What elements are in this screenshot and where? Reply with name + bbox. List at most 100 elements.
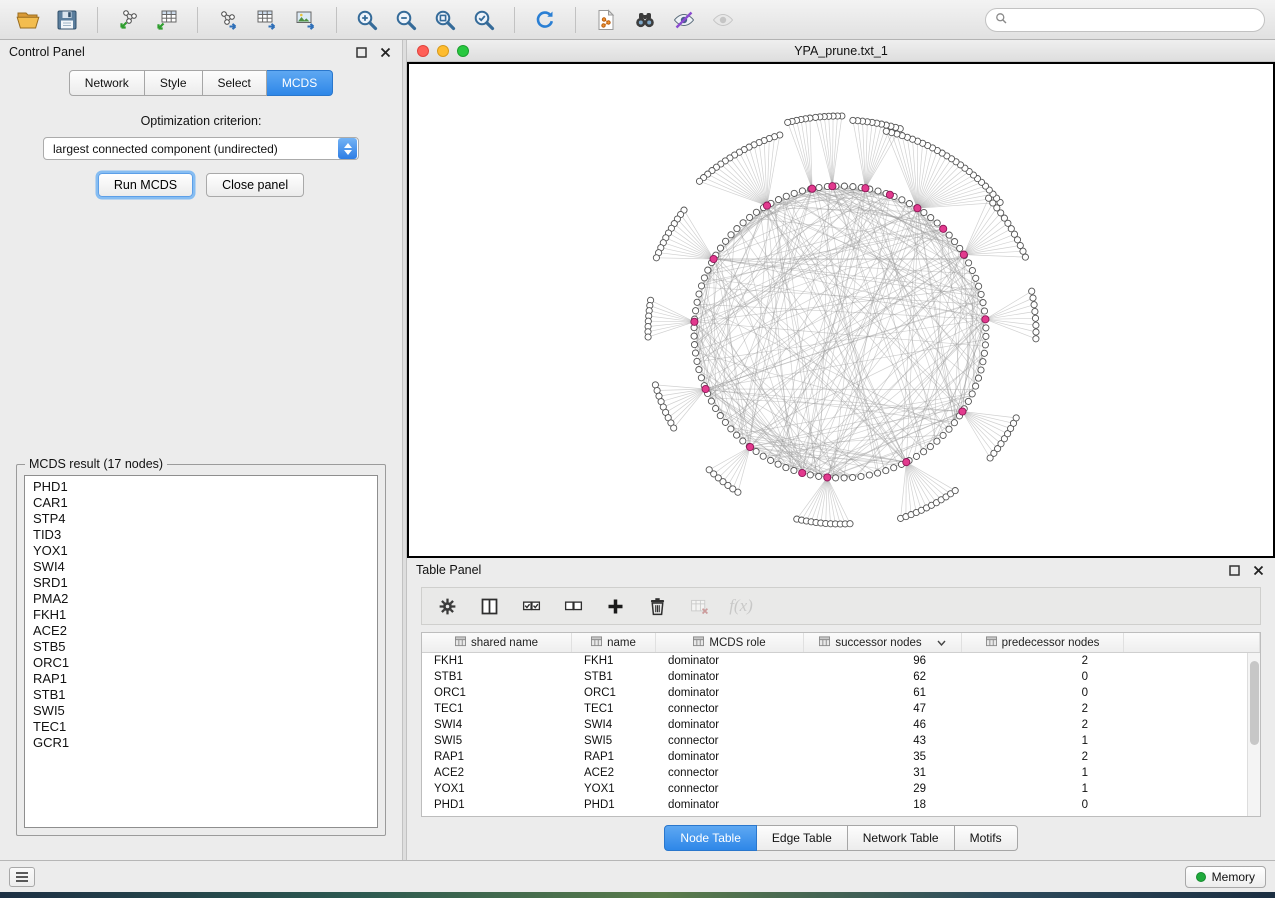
zoom-fit-icon[interactable] (427, 5, 463, 35)
mcds-result-node[interactable]: ORC1 (25, 655, 377, 671)
mcds-result-node[interactable]: RAP1 (25, 671, 377, 687)
status-menu-button[interactable] (9, 867, 35, 887)
settings-gear-icon[interactable] (432, 592, 462, 620)
float-table-panel-icon[interactable] (1226, 562, 1242, 578)
import-network-icon[interactable] (110, 5, 146, 35)
cell-shared-name: TEC1 (422, 701, 572, 717)
table-row[interactable]: FKH1FKH1dominator962 (422, 653, 1260, 669)
zoom-out-icon[interactable] (388, 5, 424, 35)
network-canvas[interactable] (407, 62, 1275, 558)
table-row[interactable]: ORC1ORC1dominator610 (422, 685, 1260, 701)
mcds-result-node[interactable]: STP4 (25, 511, 377, 527)
table-row[interactable]: PHD1PHD1dominator180 (422, 797, 1260, 813)
show-columns-icon[interactable] (474, 592, 504, 620)
cell-filler (1124, 701, 1260, 717)
refresh-layout-icon[interactable] (527, 5, 563, 35)
column-header-name[interactable]: name (572, 633, 656, 652)
cell-mcds-role: connector (656, 701, 804, 717)
import-table-icon[interactable] (149, 5, 185, 35)
tab-node-table[interactable]: Node Table (664, 825, 757, 851)
tab-network-table[interactable]: Network Table (848, 825, 955, 851)
cell-shared-name: ORC1 (422, 685, 572, 701)
mcds-result-node[interactable]: SRD1 (25, 575, 377, 591)
cell-predecessor-nodes: 2 (962, 701, 1124, 717)
run-mcds-button[interactable]: Run MCDS (98, 173, 193, 197)
column-header-mcds-role[interactable]: MCDS role (656, 633, 804, 652)
table-row[interactable]: SWI5SWI5connector431 (422, 733, 1260, 749)
save-session-icon[interactable] (49, 5, 85, 35)
column-label: predecessor nodes (1002, 637, 1100, 649)
tab-motifs[interactable]: Motifs (955, 825, 1018, 851)
mcds-result-node[interactable]: STB1 (25, 687, 377, 703)
export-image-icon[interactable] (288, 5, 324, 35)
mcds-result-list[interactable]: PHD1CAR1STP4TID3YOX1SWI4SRD1PMA2FKH1ACE2… (24, 475, 378, 828)
table-scrollbar[interactable] (1247, 653, 1260, 816)
zoom-window-icon[interactable] (457, 45, 469, 57)
select-all-rows-icon[interactable] (516, 592, 546, 620)
mcds-action-buttons: Run MCDS Close panel (16, 173, 386, 197)
find-icon[interactable] (627, 5, 663, 35)
export-network-icon[interactable] (210, 5, 246, 35)
float-panel-icon[interactable] (353, 44, 369, 60)
table-row[interactable]: STB1STB1dominator620 (422, 669, 1260, 685)
control-panel-header: Control Panel (0, 40, 402, 64)
clear-table-icon[interactable] (684, 592, 714, 620)
show-all-icon[interactable] (705, 5, 741, 35)
close-mcds-panel-button[interactable]: Close panel (206, 173, 304, 197)
optimization-criterion-select[interactable]: largest connected component (undirected) (43, 137, 359, 160)
cell-shared-name: SWI4 (422, 717, 572, 733)
filter-hide-icon[interactable] (666, 5, 702, 35)
mcds-result-node[interactable]: ACE2 (25, 623, 377, 639)
sort-indicator-icon[interactable] (927, 637, 946, 649)
scrollbar-thumb[interactable] (1250, 661, 1259, 745)
column-header-successor-nodes[interactable]: successor nodes (804, 633, 962, 652)
mcds-result-node[interactable]: FKH1 (25, 607, 377, 623)
deselect-all-rows-icon[interactable] (558, 592, 588, 620)
mcds-result-node[interactable]: TID3 (25, 527, 377, 543)
search-box[interactable] (985, 8, 1265, 32)
zoom-in-icon[interactable] (349, 5, 385, 35)
add-column-icon[interactable] (600, 592, 630, 620)
mcds-result-node[interactable]: YOX1 (25, 543, 377, 559)
delete-column-icon[interactable] (642, 592, 672, 620)
table-body: FKH1FKH1dominator962STB1STB1dominator620… (422, 653, 1260, 816)
table-row[interactable]: YOX1YOX1connector291 (422, 781, 1260, 797)
table-row[interactable]: SWI4SWI4dominator462 (422, 717, 1260, 733)
network-window-titlebar[interactable]: YPA_prune.txt_1 (407, 40, 1275, 62)
mcds-result-node[interactable]: STB5 (25, 639, 377, 655)
function-builder-icon[interactable]: f(x) (726, 592, 756, 620)
mcds-result-node[interactable]: PHD1 (25, 479, 377, 495)
tab-select[interactable]: Select (203, 70, 267, 96)
table-row[interactable]: RAP1RAP1dominator352 (422, 749, 1260, 765)
optimization-criterion-label: Optimization criterion: (16, 114, 386, 128)
cell-mcds-role: dominator (656, 749, 804, 765)
tab-style[interactable]: Style (145, 70, 203, 96)
network-from-selection-icon[interactable] (588, 5, 624, 35)
mcds-result-node[interactable]: GCR1 (25, 735, 377, 751)
column-header-predecessor-nodes[interactable]: predecessor nodes (962, 633, 1124, 652)
column-header-shared-name[interactable]: shared name (422, 633, 572, 652)
mcds-result-node[interactable]: SWI5 (25, 703, 377, 719)
close-panel-icon[interactable] (377, 44, 393, 60)
search-input[interactable] (1014, 13, 1255, 27)
export-table-icon[interactable] (249, 5, 285, 35)
memory-button[interactable]: Memory (1185, 866, 1266, 888)
tab-mcds[interactable]: MCDS (267, 70, 333, 96)
mcds-result-node[interactable]: TEC1 (25, 719, 377, 735)
cell-predecessor-nodes: 0 (962, 669, 1124, 685)
zoom-selected-icon[interactable] (466, 5, 502, 35)
table-row[interactable]: ACE2ACE2connector311 (422, 765, 1260, 781)
mcds-result-node[interactable]: CAR1 (25, 495, 377, 511)
mcds-result-node[interactable]: PMA2 (25, 591, 377, 607)
tab-network[interactable]: Network (69, 70, 145, 96)
open-session-icon[interactable] (10, 5, 46, 35)
cell-filler (1124, 717, 1260, 733)
cell-shared-name: YOX1 (422, 781, 572, 797)
minimize-window-icon[interactable] (437, 45, 449, 57)
table-row[interactable]: TEC1TEC1connector472 (422, 701, 1260, 717)
cell-filler (1124, 765, 1260, 781)
close-table-panel-icon[interactable] (1250, 562, 1266, 578)
mcds-result-node[interactable]: SWI4 (25, 559, 377, 575)
tab-edge-table[interactable]: Edge Table (757, 825, 848, 851)
close-window-icon[interactable] (417, 45, 429, 57)
